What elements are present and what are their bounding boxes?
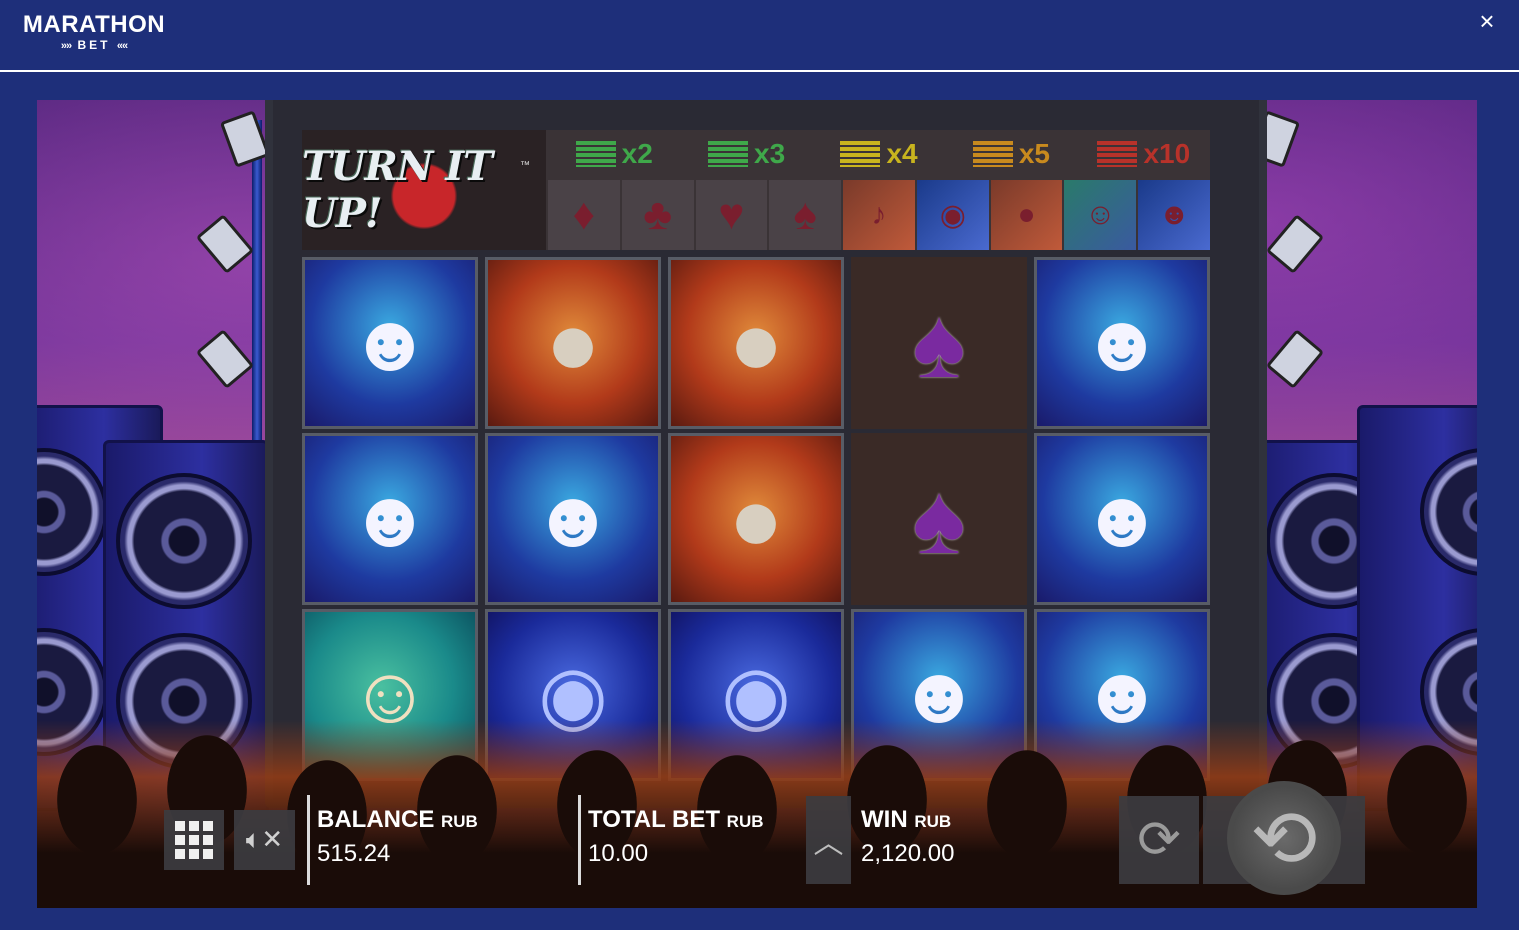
club-suit-icon: ♣ [621, 180, 694, 250]
chevron-up-icon: ︿ [813, 827, 844, 860]
total-bet-value: 10.00 [588, 840, 649, 867]
multiplier-x10: x10 [1078, 130, 1210, 178]
bet-increase-button[interactable]: ︿ [806, 796, 851, 884]
multiplier-label: x4 [886, 138, 918, 169]
logo-wing-right: «« [116, 40, 128, 52]
drummer-symbol-icon: ☻ [302, 433, 478, 605]
logo-wing-left: »» [60, 40, 72, 52]
microphone-symbol-icon: ● [485, 257, 661, 429]
diamond-suit-icon: ♦ [548, 180, 620, 250]
balance-currency: RUB [441, 812, 478, 831]
spin-button[interactable]: ⟲ [1203, 781, 1365, 895]
bassist-icon: ☺ [1064, 180, 1137, 250]
divider [307, 795, 310, 885]
level-bars-icon [840, 141, 881, 167]
speaker-cone-icon [37, 448, 108, 576]
spade-suit-icon: ♠ [769, 180, 842, 250]
close-icon[interactable]: × [1474, 8, 1500, 34]
autoplay-button[interactable]: ⟳ [1119, 796, 1199, 884]
win-label-text: WIN [861, 806, 908, 833]
grid-menu-icon [175, 821, 213, 859]
win-display: WIN RUB 2,120.00 [861, 806, 954, 868]
logo-line1: MARATHON [22, 11, 166, 38]
multiplier-label: x5 [1018, 138, 1050, 169]
game-title: TURN IT UP! [302, 143, 493, 237]
total-bet-label: TOTAL BET RUB [588, 806, 764, 834]
level-bars-icon [1097, 141, 1138, 167]
win-value: 2,120.00 [861, 840, 955, 867]
multiplier-row: x2 x3 x4 x5 x10 [548, 130, 1210, 178]
multiplier-label: x3 [754, 138, 786, 169]
paytable-symbol-row: ♦ ♣ ♥ ♠ ♪ ◉ ● ☺ ☻ [548, 180, 1211, 250]
multiplier-x3: x3 [680, 130, 812, 178]
drummer-symbol-icon: ☻ [302, 257, 478, 429]
multiplier-label: x10 [1143, 138, 1191, 169]
total-bet-label-text: TOTAL BET [588, 806, 720, 833]
autoplay-icon: ⟳ [1137, 811, 1181, 869]
spade-symbol-icon: ♠ [851, 257, 1027, 429]
spotlight-icon [1265, 214, 1325, 274]
multiplier-x4: x4 [813, 130, 945, 178]
guitar-icon: ♪ [843, 180, 915, 250]
drummer-icon: ☻ [1138, 180, 1211, 250]
top-bar: MARATHON »» BET «« × [0, 0, 1519, 72]
level-bars-icon [708, 141, 749, 167]
spin-arrows-icon: ⟲ [1227, 781, 1341, 895]
multiplier-label: x2 [621, 138, 653, 169]
sound-toggle-button[interactable]: 🔈︎✕ [234, 810, 295, 870]
logo-line2: »» BET «« [15, 38, 173, 53]
game-canvas: TURN IT UP! ™ x2 x3 x4 x5 x10 ♦ ♣ ♥ ♠ ♪ … [37, 100, 1477, 908]
spotlight-icon [219, 110, 271, 168]
win-label: WIN RUB [861, 806, 954, 834]
microphone-icon: ● [990, 180, 1063, 250]
spade-symbol-icon: ♠ [851, 433, 1027, 605]
drummer-symbol-icon: ☻ [485, 433, 661, 605]
drummer-symbol-icon: ☻ [1034, 433, 1210, 605]
heart-suit-icon: ♥ [695, 180, 768, 250]
trademark: ™ [520, 160, 530, 171]
menu-button[interactable] [164, 810, 224, 870]
reel-grid: ☻ ☻ ☺ ● ☻ ◉ ● ● ◉ ♠ ♠ ☻ ☻ ☻ ☻ [302, 257, 1210, 797]
balance-label-text: BALANCE [317, 806, 435, 833]
marathon-bet-logo: MARATHON »» BET «« [15, 12, 173, 53]
microphone-symbol-icon: ● [668, 257, 844, 429]
spotlight-icon [195, 329, 255, 389]
multiplier-x5: x5 [945, 130, 1077, 178]
multiplier-x2: x2 [548, 130, 680, 178]
microphone-symbol-icon: ● [668, 433, 844, 605]
stage-pole-left [252, 120, 262, 460]
speaker-muted-icon: 🔈︎✕ [245, 824, 284, 854]
spotlight-icon [1265, 329, 1325, 389]
control-bar: 🔈︎✕ BALANCE RUB 515.24 TOTAL BET RUB 10.… [37, 781, 1477, 908]
balance-value: 515.24 [317, 840, 391, 867]
win-currency: RUB [914, 812, 952, 831]
total-bet-currency: RUB [726, 812, 764, 831]
logo-bet-text: BET [77, 38, 111, 52]
balance-label: BALANCE RUB [317, 806, 478, 834]
balance-display: BALANCE RUB 515.24 [317, 806, 478, 868]
game-title-logo: TURN IT UP! ™ [302, 130, 546, 250]
divider [578, 795, 581, 885]
total-bet-display: TOTAL BET RUB 10.00 [588, 806, 764, 868]
level-bars-icon [972, 141, 1013, 167]
spotlight-icon [195, 214, 255, 274]
drums-icon: ◉ [916, 180, 989, 250]
drummer-symbol-icon: ☻ [1034, 257, 1210, 429]
speaker-cone-icon [1420, 448, 1477, 576]
speaker-cone-icon [116, 473, 252, 609]
paytable-header: TURN IT UP! ™ x2 x3 x4 x5 x10 ♦ ♣ ♥ ♠ ♪ … [302, 130, 1211, 250]
level-bars-icon [575, 141, 616, 167]
